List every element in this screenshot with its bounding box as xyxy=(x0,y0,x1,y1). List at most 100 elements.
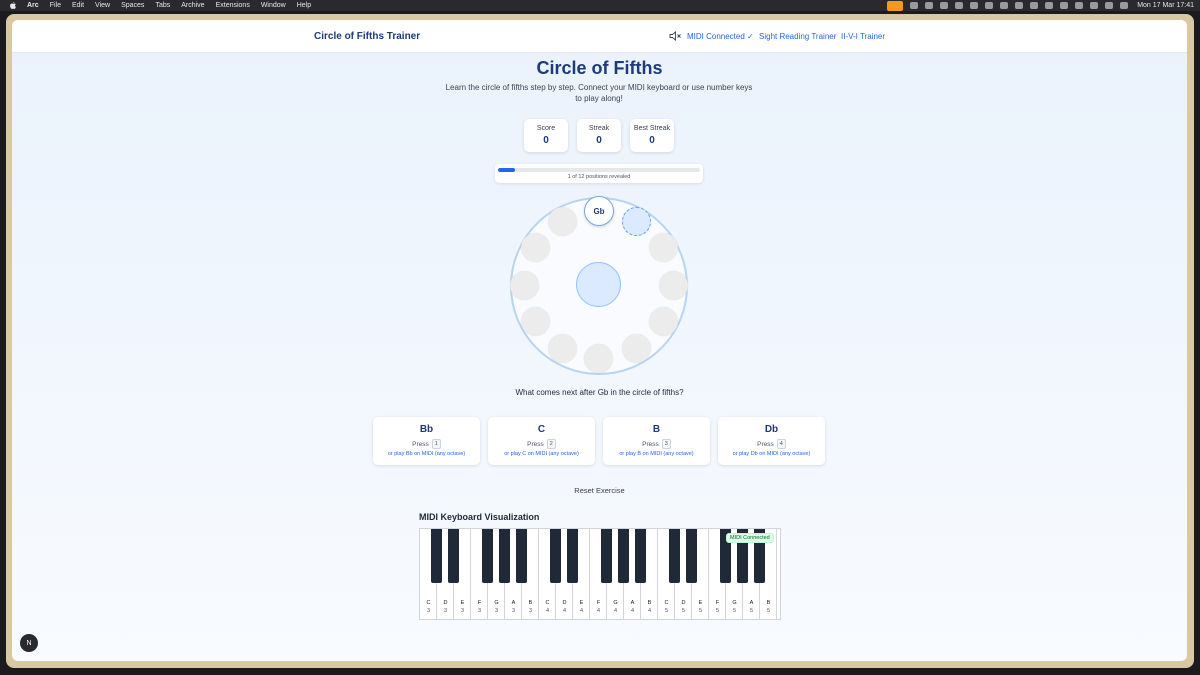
option-note: C xyxy=(537,424,546,435)
status-icon[interactable] xyxy=(1000,2,1009,9)
answer-option-b[interactable]: B Press 3 or play B on MIDI (any octave) xyxy=(603,417,710,465)
status-icon[interactable] xyxy=(940,2,949,9)
black-key[interactable] xyxy=(499,529,510,583)
key-note-label: A xyxy=(749,600,754,606)
circle-slot[interactable] xyxy=(622,334,651,363)
menu-help[interactable]: Help xyxy=(297,2,311,9)
keycap: 2 xyxy=(546,439,556,449)
answer-option-db[interactable]: Db Press 4 or play Db on MIDI (any octave… xyxy=(718,417,825,465)
page-subtitle: Learn the circle of fifths step by step.… xyxy=(445,83,753,103)
menu-edit[interactable]: Edit xyxy=(72,2,84,9)
black-key[interactable] xyxy=(686,529,697,583)
black-key[interactable] xyxy=(550,529,561,583)
circle-slot[interactable] xyxy=(649,307,678,336)
black-key[interactable] xyxy=(635,529,646,583)
menu-tabs[interactable]: Tabs xyxy=(155,2,170,9)
key-octave-label: 4 xyxy=(613,608,618,614)
answer-option-c[interactable]: C Press 2 or play C on MIDI (any octave) xyxy=(488,417,595,465)
key-note-label: E xyxy=(579,600,584,606)
reset-exercise-button[interactable]: Reset Exercise xyxy=(12,486,1187,495)
circle-slot[interactable] xyxy=(548,207,577,236)
circle-slot[interactable] xyxy=(510,271,539,300)
midi-keyboard: C 3 D 3 E 3 F 3 G 3 A 3 B 3 C 4 D 4 E 4 F 4 G 4 A 4 B 4 C 5 D 5 E 5 F 5 G 5 A 5… xyxy=(419,528,781,620)
circle-slot[interactable] xyxy=(659,271,688,300)
app-window: Circle of Fifths Trainer MIDI Connected … xyxy=(12,20,1187,661)
circle-slot[interactable] xyxy=(548,334,577,363)
key-octave-label: 5 xyxy=(766,608,771,614)
circle-slot[interactable] xyxy=(521,233,550,262)
key-note-label: G xyxy=(613,600,618,606)
menu-view[interactable]: View xyxy=(95,2,110,9)
keycap: 1 xyxy=(431,439,441,449)
stat-score: Score 0 xyxy=(524,119,568,152)
black-key[interactable] xyxy=(448,529,459,583)
menu-archive[interactable]: Archive xyxy=(181,2,204,9)
avatar[interactable]: N xyxy=(20,634,38,652)
menubar-clock[interactable]: Mon 17 Mar 17:41 xyxy=(1137,2,1194,9)
key-octave-label: 5 xyxy=(715,608,720,614)
circle-center xyxy=(576,262,621,307)
key-octave-label: 3 xyxy=(528,608,533,614)
option-note: Bb xyxy=(419,424,434,435)
progress-bar xyxy=(498,168,700,172)
option-note: B xyxy=(652,424,661,435)
menu-window[interactable]: Window xyxy=(261,2,286,9)
status-icon[interactable] xyxy=(1075,2,1084,9)
menu-file[interactable]: File xyxy=(50,2,61,9)
black-key[interactable] xyxy=(618,529,629,583)
status-icon[interactable] xyxy=(970,2,979,9)
search-icon[interactable] xyxy=(1105,2,1114,9)
menu-spaces[interactable]: Spaces xyxy=(121,2,144,9)
black-key[interactable] xyxy=(482,529,493,583)
microphone-icon[interactable] xyxy=(887,0,904,11)
wifi-icon[interactable] xyxy=(1090,2,1099,9)
brand-title[interactable]: Circle of Fifths Trainer xyxy=(314,31,420,42)
black-key[interactable] xyxy=(516,529,527,583)
circle-slot[interactable] xyxy=(649,233,678,262)
circle-slot[interactable] xyxy=(521,307,550,336)
menu-app-name[interactable]: Arc xyxy=(27,2,39,9)
key-octave-label: 3 xyxy=(460,608,465,614)
status-icon[interactable] xyxy=(1015,2,1024,9)
status-icon[interactable] xyxy=(1030,2,1039,9)
control-center-icon[interactable] xyxy=(1120,2,1129,9)
black-key[interactable] xyxy=(431,529,442,583)
status-icon[interactable] xyxy=(985,2,994,9)
circle-slot-next[interactable] xyxy=(622,207,651,236)
midi-connected-status[interactable]: MIDI Connected ✓ xyxy=(687,32,754,41)
status-icon[interactable] xyxy=(1060,2,1069,9)
status-icon[interactable] xyxy=(955,2,964,9)
key-octave-label: 5 xyxy=(732,608,737,614)
answer-option-bb[interactable]: Bb Press 1 or play Bb on MIDI (any octave… xyxy=(373,417,480,465)
key-octave-label: 5 xyxy=(749,608,754,614)
option-midi-hint: or play Db on MIDI (any octave) xyxy=(732,451,811,457)
key-octave-label: 3 xyxy=(443,608,448,614)
nav-link-ii-v-i[interactable]: II-V-I Trainer xyxy=(841,32,885,41)
midi-connected-badge: MIDI Connected xyxy=(726,533,774,543)
circle-slot[interactable] xyxy=(584,344,613,373)
option-press-row: Press 4 xyxy=(718,439,825,449)
status-icon[interactable] xyxy=(1045,2,1054,9)
key-note-label: F xyxy=(477,600,482,606)
status-icon[interactable] xyxy=(910,2,919,9)
keycap: 3 xyxy=(661,439,671,449)
black-key[interactable] xyxy=(567,529,578,583)
circle-slot-revealed: Gb xyxy=(584,196,614,226)
menu-extensions[interactable]: Extensions xyxy=(216,2,250,9)
black-key[interactable] xyxy=(669,529,680,583)
stat-value: 0 xyxy=(649,135,655,146)
key-octave-label: 4 xyxy=(630,608,635,614)
key-note-label: A xyxy=(630,600,635,606)
black-key[interactable] xyxy=(601,529,612,583)
apple-icon[interactable] xyxy=(10,2,16,9)
stat-best-streak: Best Streak 0 xyxy=(630,119,674,152)
nav-link-sight-reading[interactable]: Sight Reading Trainer xyxy=(759,32,836,41)
option-midi-hint: or play B on MIDI (any octave) xyxy=(619,451,694,457)
key-octave-label: 3 xyxy=(511,608,516,614)
key-note-label: A xyxy=(511,600,516,606)
key-octave-label: 4 xyxy=(545,608,550,614)
speaker-muted-icon[interactable] xyxy=(669,31,682,41)
status-icon[interactable] xyxy=(925,2,934,9)
keyboard-title: MIDI Keyboard Visualization xyxy=(419,512,540,522)
key-octave-label: 4 xyxy=(647,608,652,614)
